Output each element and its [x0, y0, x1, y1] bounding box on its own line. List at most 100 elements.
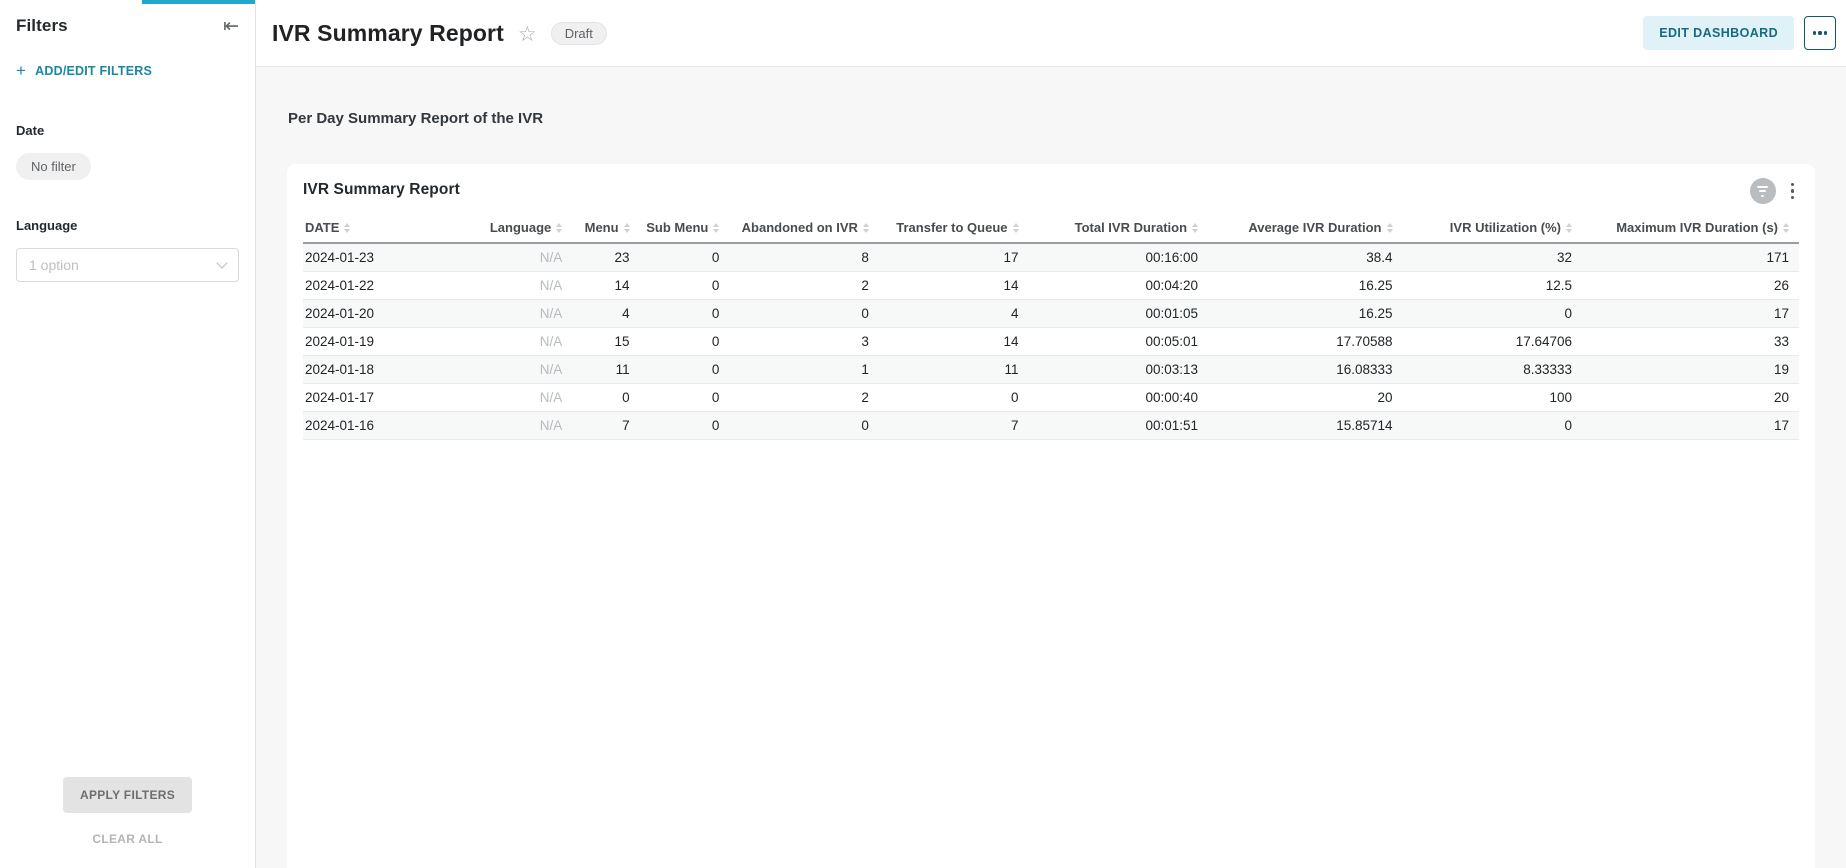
sort-icon: [713, 223, 719, 233]
cell-date: 2024-01-23: [303, 243, 475, 271]
column-label: Language: [490, 220, 551, 235]
column-header-transfer_to_queue[interactable]: Transfer to Queue: [879, 215, 1029, 243]
cell-average_ivr_duration: 16.25: [1208, 299, 1402, 327]
cell-menu: 23: [572, 243, 639, 271]
sort-icon: [1013, 223, 1019, 233]
column-label: DATE: [305, 220, 339, 235]
cell-total_ivr_duration: 00:05:01: [1029, 327, 1209, 355]
cell-ivr_utilization_pct: 12.5: [1403, 271, 1583, 299]
ivr-summary-table: DATE Language Menu Sub MenuAbandoned on IVR…: [303, 215, 1799, 440]
cell-sub_menu: 0: [640, 243, 730, 271]
favorite-star-icon[interactable]: ☆: [518, 24, 537, 45]
table-row: 2024-01-19N/A15031400:05:0117.7058817.64…: [303, 327, 1799, 355]
column-label: Total IVR Duration: [1075, 220, 1187, 235]
filter-group-language: Language 1 option: [16, 218, 239, 282]
cell-date: 2024-01-18: [303, 355, 475, 383]
cell-language: N/A: [475, 271, 572, 299]
cell-menu: 15: [572, 327, 639, 355]
column-header-total_ivr_duration[interactable]: Total IVR Duration: [1029, 215, 1209, 243]
add-edit-filters-label: ADD/EDIT FILTERS: [35, 64, 152, 78]
column-header-date[interactable]: DATE: [303, 215, 475, 243]
cell-ivr_utilization_pct: 100: [1403, 383, 1583, 411]
cell-language: N/A: [475, 243, 572, 271]
language-filter-value: 1 option: [29, 257, 79, 273]
column-header-ivr_utilization_pct[interactable]: IVR Utilization (%): [1403, 215, 1583, 243]
cell-sub_menu: 0: [640, 411, 730, 439]
cell-abandoned_on_ivr: 1: [729, 355, 879, 383]
table-head: DATE Language Menu Sub MenuAbandoned on IVR…: [303, 215, 1799, 243]
main-area: IVR Summary Report ☆ Draft EDIT DASHBOAR…: [256, 0, 1846, 868]
column-label: Maximum IVR Duration (s): [1616, 220, 1778, 235]
cell-maximum_ivr_duration_s: 26: [1582, 271, 1799, 299]
cell-menu: 0: [572, 383, 639, 411]
cell-abandoned_on_ivr: 0: [729, 299, 879, 327]
cell-total_ivr_duration: 00:01:51: [1029, 411, 1209, 439]
cell-abandoned_on_ivr: 3: [729, 327, 879, 355]
cell-menu: 4: [572, 299, 639, 327]
table-row: 2024-01-16N/A700700:01:5115.85714017: [303, 411, 1799, 439]
cross-filter-icon[interactable]: [1750, 178, 1776, 204]
column-header-sub_menu[interactable]: Sub Menu: [640, 215, 730, 243]
sort-icon: [863, 223, 869, 233]
sidebar-footer: APPLY FILTERS CLEAR ALL: [16, 777, 239, 850]
chart-title: IVR Summary Report: [303, 178, 460, 199]
cell-average_ivr_duration: 16.08333: [1208, 355, 1402, 383]
chart-card-header: IVR Summary Report: [303, 178, 1799, 204]
dot: [1791, 183, 1795, 187]
column-header-abandoned_on_ivr[interactable]: Abandoned on IVR: [729, 215, 879, 243]
date-filter-value[interactable]: No filter: [16, 153, 91, 180]
dot: [1818, 31, 1821, 34]
bar: [1761, 195, 1764, 197]
cell-maximum_ivr_duration_s: 20: [1582, 383, 1799, 411]
header-actions: EDIT DASHBOARD: [1643, 16, 1836, 50]
column-label: Average IVR Duration: [1248, 220, 1381, 235]
cell-average_ivr_duration: 16.25: [1208, 271, 1402, 299]
app-root: Filters ⇤ + ADD/EDIT FILTERS Date No fil…: [0, 0, 1846, 868]
cell-ivr_utilization_pct: 0: [1403, 411, 1583, 439]
filters-sidebar: Filters ⇤ + ADD/EDIT FILTERS Date No fil…: [0, 0, 256, 868]
cell-transfer_to_queue: 17: [879, 243, 1029, 271]
clear-all-button[interactable]: CLEAR ALL: [92, 832, 162, 850]
add-edit-filters-button[interactable]: + ADD/EDIT FILTERS: [16, 62, 239, 79]
dot: [1791, 189, 1795, 193]
cell-date: 2024-01-20: [303, 299, 475, 327]
cell-date: 2024-01-17: [303, 383, 475, 411]
more-menu-button[interactable]: [1804, 16, 1836, 50]
cell-transfer_to_queue: 4: [879, 299, 1029, 327]
cell-abandoned_on_ivr: 0: [729, 411, 879, 439]
cell-menu: 14: [572, 271, 639, 299]
collapse-filters-icon[interactable]: ⇤: [223, 17, 239, 36]
markdown-text: Per Day Summary Report of the IVR: [288, 110, 1815, 127]
column-label: IVR Utilization (%): [1450, 220, 1561, 235]
cell-sub_menu: 0: [640, 327, 730, 355]
dot: [1791, 196, 1795, 200]
column-label: Menu: [585, 220, 619, 235]
column-header-maximum_ivr_duration_s[interactable]: Maximum IVR Duration (s): [1582, 215, 1799, 243]
dot: [1813, 31, 1816, 34]
edit-dashboard-button[interactable]: EDIT DASHBOARD: [1643, 16, 1794, 50]
cell-ivr_utilization_pct: 17.64706: [1403, 327, 1583, 355]
cell-language: N/A: [475, 327, 572, 355]
chart-options-icon[interactable]: [1788, 181, 1798, 202]
cell-total_ivr_duration: 00:00:40: [1029, 383, 1209, 411]
cell-transfer_to_queue: 14: [879, 327, 1029, 355]
column-header-menu[interactable]: Menu: [572, 215, 639, 243]
cell-average_ivr_duration: 38.4: [1208, 243, 1402, 271]
column-header-language[interactable]: Language: [475, 215, 572, 243]
sort-icon: [1387, 223, 1393, 233]
cell-average_ivr_duration: 15.85714: [1208, 411, 1402, 439]
column-header-average_ivr_duration[interactable]: Average IVR Duration: [1208, 215, 1402, 243]
cell-abandoned_on_ivr: 2: [729, 271, 879, 299]
dashboard-header: IVR Summary Report ☆ Draft EDIT DASHBOAR…: [256, 0, 1846, 67]
sidebar-header: Filters ⇤: [16, 16, 239, 36]
filter-group-date: Date No filter: [16, 123, 239, 180]
cell-transfer_to_queue: 0: [879, 383, 1029, 411]
cell-language: N/A: [475, 383, 572, 411]
language-filter-select[interactable]: 1 option: [16, 248, 239, 282]
apply-filters-button[interactable]: APPLY FILTERS: [63, 777, 192, 813]
sort-icon: [1566, 223, 1572, 233]
cell-ivr_utilization_pct: 0: [1403, 299, 1583, 327]
table-body: 2024-01-23N/A23081700:16:0038.4321712024…: [303, 243, 1799, 439]
cell-transfer_to_queue: 11: [879, 355, 1029, 383]
column-label: Transfer to Queue: [896, 220, 1007, 235]
